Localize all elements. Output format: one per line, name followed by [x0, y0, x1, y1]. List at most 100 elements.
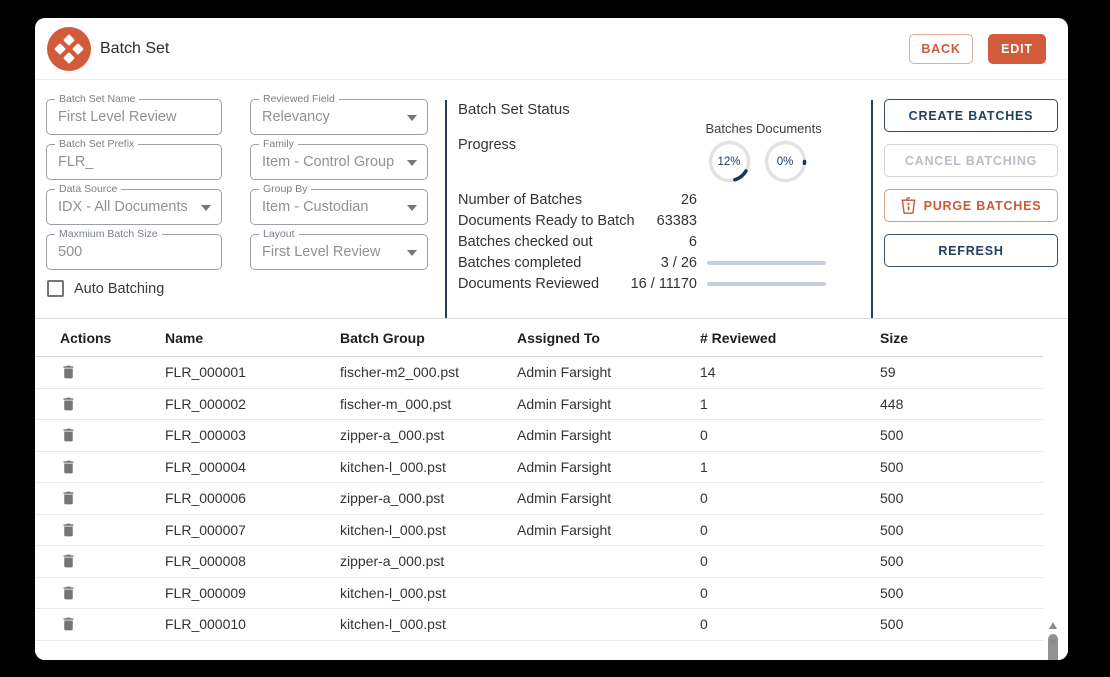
reviewed-field-value: Relevancy	[262, 109, 403, 125]
data-source-select[interactable]: Data Source IDX - All Documents	[46, 189, 222, 225]
col-name[interactable]: Name	[165, 330, 340, 346]
col-batch-group[interactable]: Batch Group	[340, 330, 517, 346]
delete-icon[interactable]	[60, 584, 77, 602]
size-cell: 500	[880, 585, 1043, 601]
table-row[interactable]: FLR_000004 kitchen-l_000.pst Admin Farsi…	[35, 452, 1043, 484]
delete-icon[interactable]	[60, 552, 77, 570]
back-button[interactable]: BACK	[909, 34, 973, 64]
table-row[interactable]: FLR_000002 fischer-m_000.pst Admin Farsi…	[35, 389, 1043, 421]
batches-gauge-label: Batches	[703, 121, 755, 136]
batch-group-cell: fischer-m_000.pst	[340, 396, 517, 412]
batch-group-cell: zipper-a_000.pst	[340, 427, 517, 443]
batches-gauge: Batches 12%	[703, 121, 755, 184]
cancel-batching-button[interactable]: CANCEL BATCHING	[884, 144, 1058, 177]
name-cell: FLR_000009	[165, 585, 340, 601]
reviewed-field-select[interactable]: Reviewed Field Relevancy	[250, 99, 428, 135]
batch-set-prefix-value: FLR_	[58, 154, 197, 170]
size-cell: 500	[880, 553, 1043, 569]
batch-set-name-field[interactable]: Batch Set Name First Level Review	[46, 99, 222, 135]
name-cell: FLR_000001	[165, 364, 340, 380]
chevron-down-icon	[407, 250, 417, 256]
name-cell: FLR_000008	[165, 553, 340, 569]
batch-set-prefix-field[interactable]: Batch Set Prefix FLR_	[46, 144, 222, 180]
batch-group-cell: fischer-m2_000.pst	[340, 364, 517, 380]
reviewed-cell: 1	[700, 459, 880, 475]
table-row[interactable]: FLR_000001 fischer-m2_000.pst Admin Fars…	[35, 357, 1043, 389]
header: Batch Set BACK EDIT	[35, 18, 1068, 80]
max-batch-size-field[interactable]: Maxmium Batch Size 500	[46, 234, 222, 270]
scrollbar-thumb[interactable]	[1048, 634, 1058, 660]
table-row[interactable]: FLR_000009 kitchen-l_000.pst 0 500	[35, 578, 1043, 610]
col-size[interactable]: Size	[880, 330, 1043, 346]
batch-group-cell: kitchen-l_000.pst	[340, 522, 517, 538]
reviewed-cell: 0	[700, 522, 880, 538]
col-actions[interactable]: Actions	[60, 330, 165, 346]
assigned-to-cell: Admin Farsight	[517, 459, 700, 475]
chevron-down-icon	[407, 205, 417, 211]
delete-icon[interactable]	[60, 521, 77, 539]
table-row[interactable]: FLR_000006 zipper-a_000.pst Admin Farsig…	[35, 483, 1043, 515]
refresh-wrap: REFRESH	[884, 234, 1058, 267]
actions-cell	[60, 458, 165, 476]
reviewed-cell: 0	[700, 490, 880, 506]
reviewed-cell: 0	[700, 553, 880, 569]
batch-set-prefix-label: Batch Set Prefix	[55, 138, 138, 150]
family-value: Item - Control Group	[262, 154, 403, 170]
size-cell: 448	[880, 396, 1043, 412]
batch-group-cell: kitchen-l_000.pst	[340, 459, 517, 475]
layout-label: Layout	[259, 228, 299, 240]
stat-progress-bar	[707, 282, 826, 286]
table-row[interactable]: FLR_000003 zipper-a_000.pst Admin Farsig…	[35, 420, 1043, 452]
table-row[interactable]: FLR_000007 kitchen-l_000.pst Admin Farsi…	[35, 515, 1043, 547]
layout-select[interactable]: Layout First Level Review	[250, 234, 428, 270]
actions-cell	[60, 395, 165, 413]
page-title: Batch Set	[100, 40, 169, 58]
purge-batches-wrap: PURGE BATCHES	[884, 189, 1058, 222]
data-source-value: IDX - All Documents	[58, 199, 197, 215]
status-stat-row: Batches completed 3 / 26	[458, 253, 878, 274]
progress-label: Progress	[458, 137, 516, 153]
delete-icon[interactable]	[60, 489, 77, 507]
purge-batches-button[interactable]: PURGE BATCHES	[884, 189, 1058, 222]
table-row[interactable]: FLR_000008 zipper-a_000.pst 0 500	[35, 546, 1043, 578]
delete-icon[interactable]	[60, 395, 77, 413]
refresh-button[interactable]: REFRESH	[884, 234, 1058, 267]
scroll-up-icon[interactable]	[1049, 622, 1057, 629]
create-batches-button[interactable]: CREATE BATCHES	[884, 99, 1058, 132]
table-scrollbar[interactable]	[1047, 622, 1059, 646]
batch-table: Actions Name Batch Group Assigned To # R…	[35, 318, 1068, 660]
app-logo-icon	[47, 27, 91, 71]
assigned-to-cell: Admin Farsight	[517, 522, 700, 538]
delete-icon[interactable]	[60, 458, 77, 476]
chevron-down-icon	[407, 115, 417, 121]
delete-icon[interactable]	[60, 426, 77, 444]
col-assigned-to[interactable]: Assigned To	[517, 330, 700, 346]
assigned-to-cell: Admin Farsight	[517, 364, 700, 380]
family-select[interactable]: Family Item - Control Group	[250, 144, 428, 180]
chevron-down-icon	[407, 160, 417, 166]
batch-group-cell: zipper-a_000.pst	[340, 553, 517, 569]
data-source-label: Data Source	[55, 183, 121, 195]
reviewed-cell: 1	[700, 396, 880, 412]
group-by-select[interactable]: Group By Item - Custodian	[250, 189, 428, 225]
delete-icon[interactable]	[60, 363, 77, 381]
stat-progress-bar	[707, 261, 826, 265]
name-cell: FLR_000007	[165, 522, 340, 538]
auto-batching-checkbox[interactable]	[47, 280, 64, 297]
size-cell: 500	[880, 459, 1043, 475]
name-cell: FLR_000004	[165, 459, 340, 475]
actions-cell	[60, 615, 165, 633]
size-cell: 500	[880, 427, 1043, 443]
batch-set-name-label: Batch Set Name	[55, 93, 139, 105]
edit-button[interactable]: EDIT	[988, 34, 1046, 64]
actions-cell	[60, 584, 165, 602]
col-reviewed[interactable]: # Reviewed	[700, 330, 880, 346]
auto-batching-label: Auto Batching	[74, 281, 164, 297]
table-row[interactable]: FLR_000010 kitchen-l_000.pst 0 500	[35, 609, 1043, 641]
divider	[871, 100, 873, 322]
assigned-to-cell: Admin Farsight	[517, 396, 700, 412]
batch-group-cell: kitchen-l_000.pst	[340, 616, 517, 632]
assigned-to-cell: Admin Farsight	[517, 427, 700, 443]
delete-icon[interactable]	[60, 615, 77, 633]
scroll-down-icon[interactable]	[1049, 639, 1057, 646]
